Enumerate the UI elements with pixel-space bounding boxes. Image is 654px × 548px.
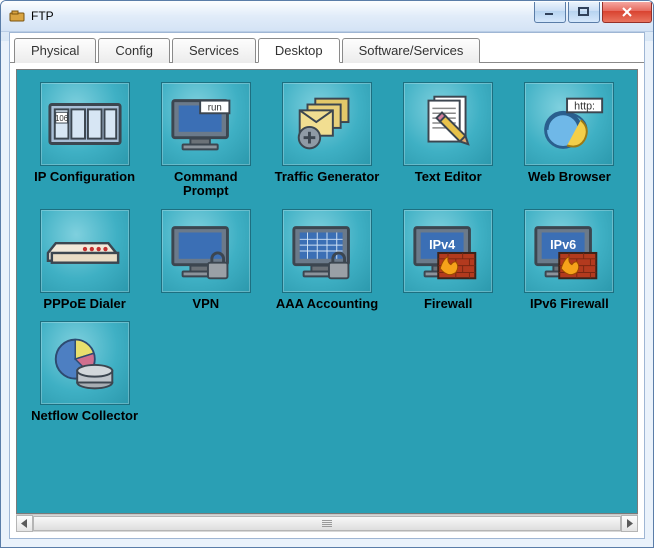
pppoe-dialer-icon xyxy=(40,209,130,293)
firewall-icon: IPv4 xyxy=(403,209,493,293)
svg-text:IPv4: IPv4 xyxy=(429,238,455,252)
tab-physical[interactable]: Physical xyxy=(14,38,96,63)
tab-services[interactable]: Services xyxy=(172,38,256,63)
horizontal-scrollbar[interactable] xyxy=(16,514,638,532)
tabstrip: Physical Config Services Desktop Softwar… xyxy=(10,33,644,63)
icon-grid: 106 IP Configuration run xyxy=(29,82,625,423)
ipv6-firewall-icon: IPv6 xyxy=(524,209,614,293)
svg-text:106: 106 xyxy=(55,114,68,123)
traffic-generator-icon xyxy=(282,82,372,166)
text-editor-icon xyxy=(403,82,493,166)
app-label: Traffic Generator xyxy=(271,170,383,184)
minimize-icon xyxy=(544,7,556,17)
app-label: Firewall xyxy=(392,297,504,311)
scroll-track[interactable] xyxy=(33,515,621,532)
app-label: Command Prompt xyxy=(150,170,262,199)
window-frame: FTP Physical Config Services Desktop Sof… xyxy=(0,0,654,548)
maximize-button[interactable] xyxy=(568,2,600,23)
close-button[interactable] xyxy=(602,2,652,23)
scroll-thumb[interactable] xyxy=(33,516,621,531)
scroll-left-button[interactable] xyxy=(16,515,33,532)
app-vpn[interactable]: VPN xyxy=(151,209,261,311)
app-label: Netflow Collector xyxy=(29,409,141,423)
tab-config[interactable]: Config xyxy=(98,38,170,63)
app-label: Text Editor xyxy=(392,170,504,184)
app-label: VPN xyxy=(150,297,262,311)
app-aaa-accounting[interactable]: AAA Accounting xyxy=(272,209,382,311)
minimize-button[interactable] xyxy=(534,2,566,23)
svg-text:run: run xyxy=(208,102,222,113)
app-ip-configuration[interactable]: 106 IP Configuration xyxy=(30,82,140,184)
app-pppoe-dialer[interactable]: PPPoE Dialer xyxy=(30,209,140,311)
scroll-right-button[interactable] xyxy=(621,515,638,532)
app-traffic-generator[interactable]: Traffic Generator xyxy=(272,82,382,184)
app-label: PPPoE Dialer xyxy=(29,297,141,311)
maximize-icon xyxy=(578,7,590,17)
ip-configuration-icon: 106 xyxy=(40,82,130,166)
app-text-editor[interactable]: Text Editor xyxy=(393,82,503,184)
app-label: Web Browser xyxy=(513,170,625,184)
app-web-browser[interactable]: http: Web Browser xyxy=(514,82,624,184)
tab-desktop[interactable]: Desktop xyxy=(258,38,340,63)
app-firewall[interactable]: IPv4 Firewall xyxy=(393,209,503,311)
desktop-area: 106 IP Configuration run xyxy=(16,69,638,514)
app-label: IP Configuration xyxy=(29,170,141,184)
vpn-icon xyxy=(161,209,251,293)
app-icon xyxy=(9,8,25,24)
titlebar: FTP xyxy=(1,1,653,32)
app-netflow-collector[interactable]: Netflow Collector xyxy=(30,321,140,423)
close-icon xyxy=(621,7,633,17)
aaa-accounting-icon xyxy=(282,209,372,293)
web-browser-icon: http: xyxy=(524,82,614,166)
app-ipv6-firewall[interactable]: IPv6 IPv6 Firewall xyxy=(514,209,624,311)
chevron-left-icon xyxy=(21,519,28,528)
app-label: AAA Accounting xyxy=(271,297,383,311)
chevron-right-icon xyxy=(626,519,633,528)
svg-text:IPv6: IPv6 xyxy=(551,238,577,252)
tab-content: 106 IP Configuration run xyxy=(10,63,644,538)
command-prompt-icon: run xyxy=(161,82,251,166)
svg-text:http:: http: xyxy=(575,100,596,112)
app-command-prompt[interactable]: run Command Prompt xyxy=(151,82,261,199)
tab-software-services[interactable]: Software/Services xyxy=(342,38,481,63)
netflow-collector-icon xyxy=(40,321,130,405)
app-label: IPv6 Firewall xyxy=(513,297,625,311)
client-area: Physical Config Services Desktop Softwar… xyxy=(9,32,645,539)
window-controls xyxy=(534,2,652,22)
window-title: FTP xyxy=(31,9,534,23)
